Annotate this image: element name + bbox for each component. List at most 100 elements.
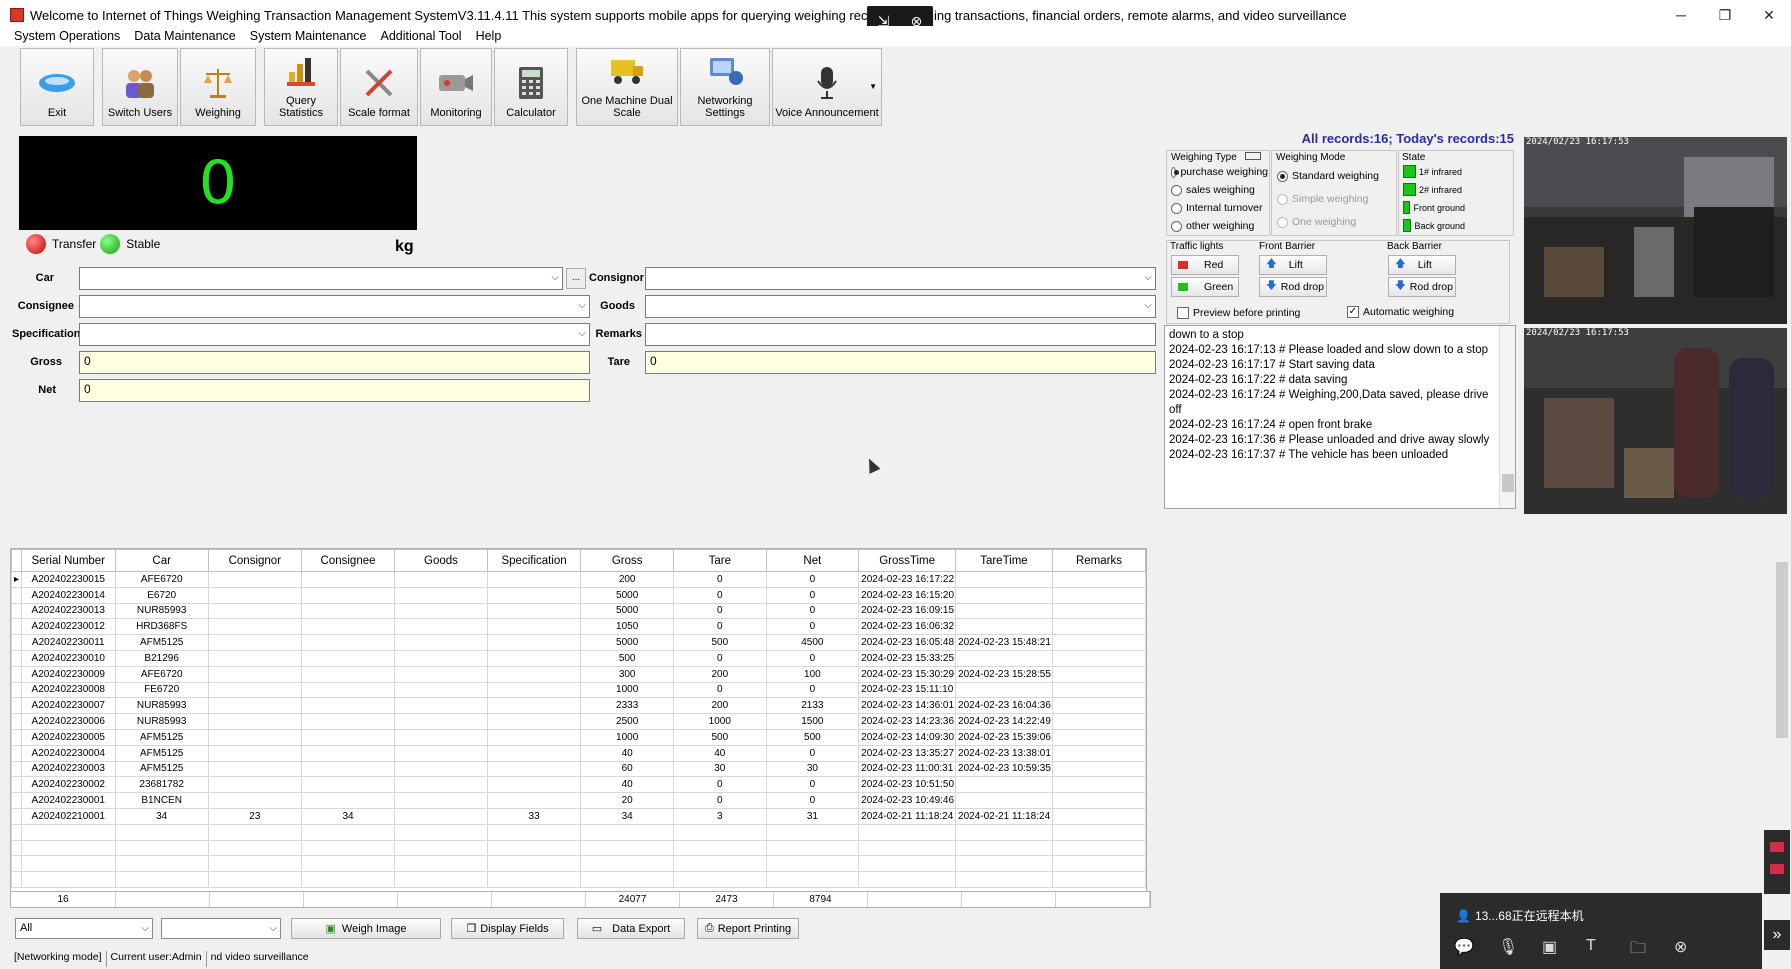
current-row-marker-icon[interactable]: ▸ xyxy=(11,571,22,588)
table-row[interactable]: A202402230008 FE6720 1000 0 0 2024-02-23 15:1… xyxy=(11,681,1146,699)
column-header[interactable]: Net xyxy=(765,549,860,572)
row-header[interactable] xyxy=(11,713,22,730)
specification-combobox[interactable]: ⌵ xyxy=(79,323,590,346)
menu-help[interactable]: Help xyxy=(476,29,502,43)
table-row[interactable]: A202402230001 B1NCEN 20 0 0 2024-02-23 10:49:… xyxy=(11,792,1146,809)
column-header[interactable]: Specification xyxy=(486,549,582,572)
menu-additional-tool[interactable]: Additional Tool xyxy=(380,29,461,43)
query-statistics-button[interactable]: Query Statistics xyxy=(264,48,338,126)
car-combobox[interactable]: ⌵ xyxy=(79,267,563,290)
event-log[interactable]: down to a stop 2024-02-23 16:17:13 # Ple… xyxy=(1164,325,1516,509)
weighing-mode-standard[interactable]: Standard weighing xyxy=(1277,170,1379,182)
column-header[interactable]: TareTime xyxy=(955,549,1053,572)
table-row[interactable]: ▸ A202402230015 AFE6720 200 0 0 2024-02-23 16:… xyxy=(11,571,1146,588)
table-row[interactable]: A202402230013 NUR85993 5000 0 0 2024-02-23 16… xyxy=(11,602,1146,620)
calculator-button[interactable]: Calculator xyxy=(494,48,568,126)
column-header[interactable]: Tare xyxy=(673,549,767,572)
remarks-input[interactable] xyxy=(645,323,1156,346)
microphone-icon[interactable]: 🎙 xyxy=(1498,937,1542,964)
menu-system-operations[interactable]: System Operations xyxy=(14,29,120,43)
filter-select-2[interactable]: ⌵ xyxy=(161,918,281,939)
row-header[interactable] xyxy=(11,744,22,762)
exit-button[interactable]: Exit xyxy=(20,48,94,126)
net-field[interactable]: 0 xyxy=(79,379,590,402)
voice-announcement-button[interactable]: Voice Announcement ▼ xyxy=(772,48,882,126)
consignor-combobox[interactable]: ⌵ xyxy=(645,267,1156,290)
weigh-image-button[interactable]: ▣ Weigh Image xyxy=(291,918,441,939)
table-row[interactable]: A202402230005 AFM5125 1000 500 500 2024-02-23… xyxy=(11,728,1146,746)
networking-settings-button[interactable]: Networking Settings xyxy=(680,48,770,126)
monitoring-button[interactable]: Monitoring xyxy=(420,48,492,126)
row-header[interactable] xyxy=(11,807,22,825)
weighing-type-purchase[interactable]: purchase weighing xyxy=(1171,166,1268,178)
table-row[interactable]: A202402230007 NUR85993 2333 200 2133 2024-02-… xyxy=(11,697,1146,715)
display-fields-button[interactable]: ❐ Display Fields xyxy=(451,918,564,939)
green-light-button[interactable]: Green xyxy=(1171,277,1239,297)
gross-field[interactable]: 0 xyxy=(79,351,590,374)
table-row[interactable]: A202402230002 23681782 40 0 0 2024-02-23 10:5… xyxy=(11,776,1146,794)
row-header[interactable] xyxy=(11,776,22,794)
close-session-icon[interactable]: ⊗ xyxy=(1674,937,1718,964)
remote-side-dock[interactable] xyxy=(1764,830,1790,894)
front-barrier-drop-button[interactable]: 🡇 Rod drop xyxy=(1259,277,1327,297)
front-barrier-lift-button[interactable]: 🡅 Lift xyxy=(1259,255,1327,275)
automatic-weighing-checkbox[interactable]: ✓ Automatic weighing xyxy=(1347,306,1454,318)
camera-feed-1[interactable]: 2024/02/23 16:17:53 xyxy=(1524,137,1787,324)
expand-arrow-icon[interactable]: » xyxy=(1764,920,1790,950)
switch-users-button[interactable]: Switch Users xyxy=(102,48,178,126)
row-header[interactable] xyxy=(11,586,22,604)
filter-select-1[interactable]: All ⌵ xyxy=(15,918,153,939)
scale-format-button[interactable]: Scale format xyxy=(340,48,418,126)
weighing-mode-one[interactable]: One weighing xyxy=(1277,216,1356,228)
row-header[interactable] xyxy=(11,728,22,746)
row-header[interactable] xyxy=(11,681,22,699)
menu-system-maintenance[interactable]: System Maintenance xyxy=(250,29,367,43)
column-header[interactable]: Consignor xyxy=(207,549,302,572)
screen-icon[interactable]: ▣ xyxy=(1542,937,1586,964)
table-row[interactable]: A202402230012 HRD368FS 1050 0 0 2024-02-23 16… xyxy=(11,618,1146,636)
table-row[interactable]: A202402230004 AFM5125 40 40 0 2024-02-23 13:3… xyxy=(11,744,1146,762)
column-header[interactable]: GrossTime xyxy=(858,549,957,572)
row-header[interactable] xyxy=(11,618,22,636)
row-header[interactable] xyxy=(11,649,22,667)
column-header[interactable]: Gross xyxy=(580,549,675,572)
camera-feed-2[interactable]: 2024/02/23 16:17:53 xyxy=(1524,328,1787,514)
toggle-box-icon[interactable] xyxy=(1245,152,1261,160)
tare-field[interactable]: 0 xyxy=(645,351,1156,374)
weighing-button[interactable]: Weighing xyxy=(180,48,256,126)
dropdown-arrow-icon[interactable]: ▼ xyxy=(869,81,877,93)
back-barrier-drop-button[interactable]: 🡇 Rod drop xyxy=(1388,277,1456,297)
column-header[interactable]: Serial Number xyxy=(20,549,116,572)
row-header[interactable] xyxy=(11,602,22,620)
table-row[interactable]: A202402230009 AFE6720 300 200 100 2024-02-23 … xyxy=(11,665,1146,683)
row-header[interactable] xyxy=(11,665,22,683)
weighing-type-internal[interactable]: Internal turnover xyxy=(1171,202,1262,214)
one-machine-dual-scale-button[interactable]: One Machine Dual Scale xyxy=(576,48,678,126)
row-header[interactable] xyxy=(11,634,22,651)
table-row[interactable]: A202402230003 AFM5125 60 30 30 2024-02-23 11:… xyxy=(11,760,1146,778)
weighing-type-sales[interactable]: sales weighing xyxy=(1171,184,1255,196)
report-printing-button[interactable]: ⎙ Report Printing xyxy=(697,918,799,939)
folder-icon[interactable]: 🗀 xyxy=(1630,937,1674,964)
chat-icon[interactable]: 💬 xyxy=(1454,937,1498,964)
table-row[interactable]: A202402230014 E6720 5000 0 0 2024-02-23 16:15… xyxy=(11,586,1146,604)
row-header[interactable] xyxy=(11,760,22,778)
car-browse-button[interactable]: ... xyxy=(566,268,586,289)
menu-data-maintenance[interactable]: Data Maintenance xyxy=(134,29,235,43)
row-header[interactable] xyxy=(11,792,22,809)
column-header[interactable]: Car xyxy=(114,549,209,572)
weighing-mode-simple[interactable]: Simple weighing xyxy=(1277,193,1368,205)
log-scrollbar[interactable] xyxy=(1499,326,1515,508)
row-header[interactable] xyxy=(11,697,22,715)
back-barrier-lift-button[interactable]: 🡅 Lift xyxy=(1388,255,1456,275)
data-export-button[interactable]: ▭ Data Export xyxy=(577,918,685,939)
table-row[interactable]: A202402230011 AFM5125 5000 500 4500 2024-02-2… xyxy=(11,634,1146,651)
table-row[interactable]: A202402230006 NUR85993 2500 1000 1500 2024-02… xyxy=(11,713,1146,730)
column-header[interactable]: Goods xyxy=(394,549,488,572)
goods-combobox[interactable]: ⌵ xyxy=(645,295,1156,318)
table-row[interactable]: A202402230010 B21296 500 0 0 2024-02-23 15:33… xyxy=(11,649,1146,667)
column-header[interactable]: Remarks xyxy=(1051,549,1146,572)
table-row[interactable]: A202402210001 34 23 34 33 34 3 31 2024-02-21 11:… xyxy=(11,807,1146,825)
column-header[interactable]: Consignee xyxy=(300,549,396,572)
consignee-combobox[interactable]: ⌵ xyxy=(79,295,590,318)
